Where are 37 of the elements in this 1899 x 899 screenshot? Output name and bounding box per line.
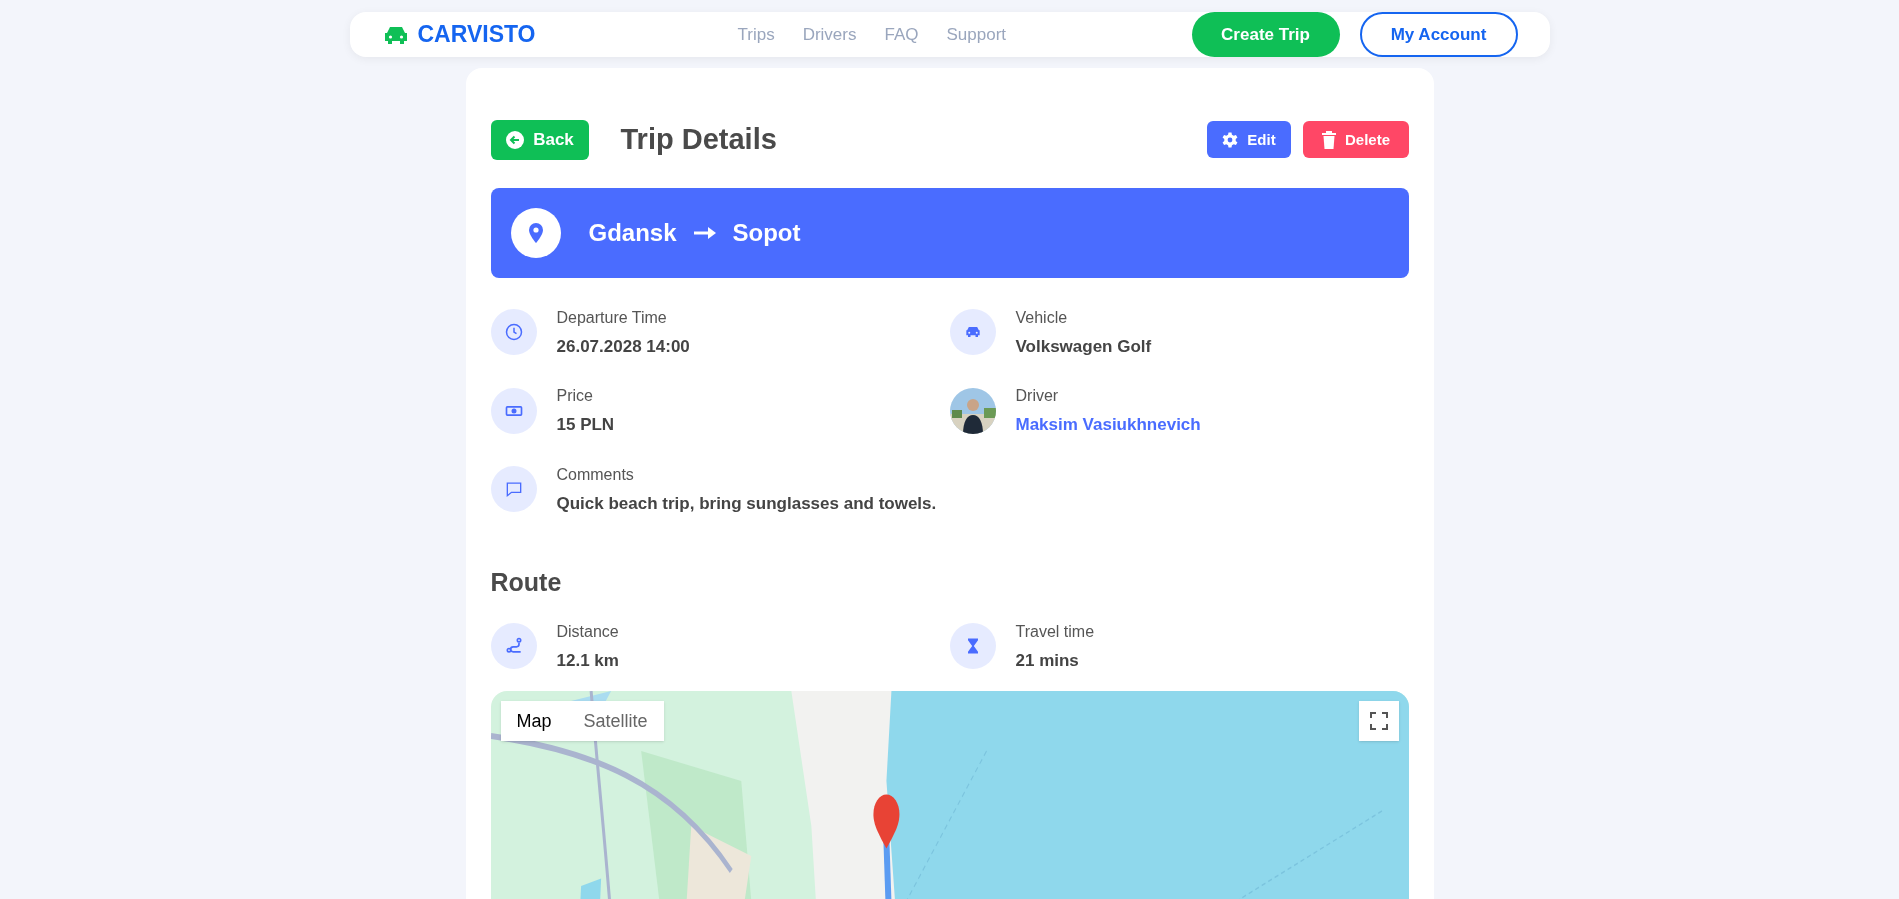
nav-link[interactable]: Trips [737, 21, 775, 48]
detail-value: 15 PLN [556, 414, 615, 436]
nav-link[interactable]: FAQ [884, 21, 919, 48]
detail-label: Price [556, 386, 594, 406]
nav-link[interactable]: Drivers [802, 21, 857, 48]
create-trip-button[interactable]: Create Trip [1191, 12, 1340, 57]
account-button[interactable]: My Account [1359, 12, 1518, 57]
detail-value: 21 mins [1015, 649, 1080, 672]
delete-button[interactable]: Delete [1302, 121, 1409, 159]
trash-icon [1321, 130, 1337, 149]
origin-city: Gdansk [588, 217, 677, 248]
gear-icon [1221, 130, 1240, 149]
arrow-icon [692, 224, 717, 241]
map[interactable]: Map Satellite [490, 691, 1409, 899]
detail-label: Departure Time [556, 307, 668, 328]
detail-value: 26.07.2028 14:00 [556, 335, 690, 358]
map-type-tab[interactable]: Map [500, 701, 568, 741]
detail-label: Vehicle [1015, 307, 1069, 328]
driver-link[interactable]: Maksim Vasiukhnevich [1015, 412, 1201, 438]
page-title: Trip Details [620, 122, 778, 157]
edit-button[interactable]: Edit [1206, 121, 1291, 159]
detail-value: Volkswagen Golf [1015, 335, 1152, 358]
detail-label: Distance [556, 621, 619, 642]
fullscreen-button[interactable] [1358, 701, 1399, 741]
clock-icon [503, 322, 524, 343]
map-type-tab[interactable]: Satellite [567, 701, 664, 741]
section-heading: Route [490, 567, 563, 598]
detail-label: Comments [556, 464, 635, 485]
detail-label: Travel time [1015, 621, 1095, 642]
detail-value: Quick beach trip, bring sunglasses and towels. [556, 492, 937, 515]
back-button[interactable]: Back [490, 119, 589, 160]
detail-value: 12.1 km [556, 649, 619, 672]
logo-text[interactable]: CARVISTO [417, 17, 536, 52]
fullscreen-icon [1369, 712, 1388, 730]
nav-link[interactable]: Support [946, 21, 1007, 48]
detail-label: Driver [1015, 386, 1060, 406]
destination-city: Sopot [732, 217, 801, 248]
